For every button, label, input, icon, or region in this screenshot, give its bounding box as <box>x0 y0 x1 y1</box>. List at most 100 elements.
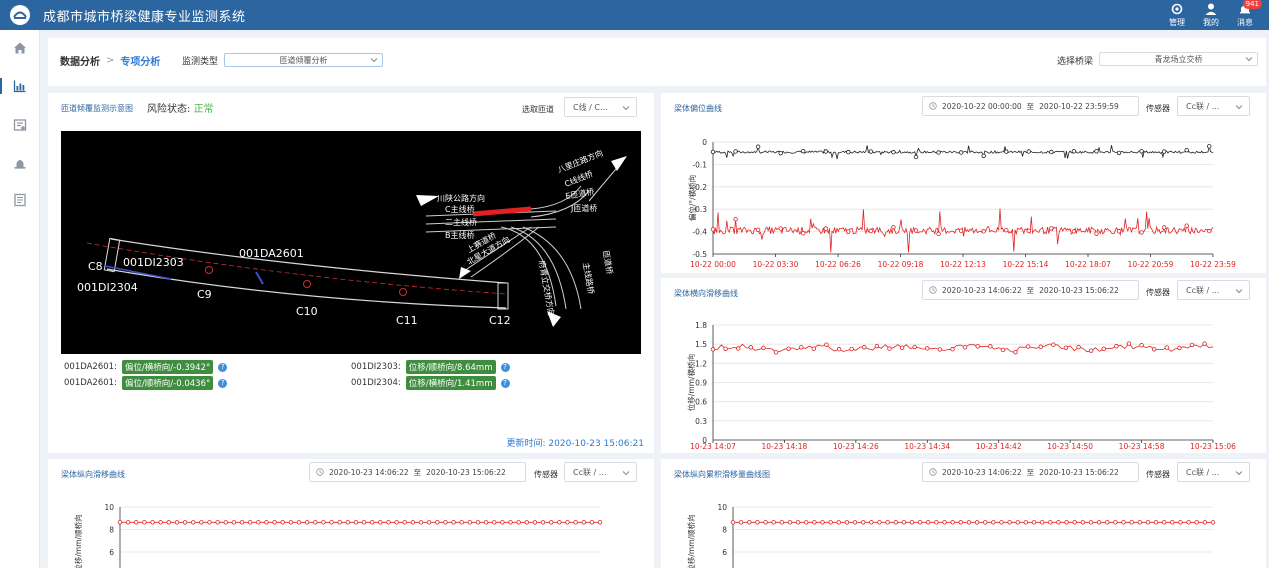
cumulative-chart-panel: 梁体纵向累积滑移量曲线图 2020-10-23 14:06:22 至 2020-… <box>661 459 1266 568</box>
x-tick-label: 10-22 00:00 <box>690 260 736 269</box>
y-tick-label: 1.5 <box>695 340 707 349</box>
data-point <box>710 227 716 232</box>
home-icon <box>14 42 26 54</box>
y-tick-label: 10 <box>717 503 727 512</box>
type-select[interactable]: 匝道倾覆分析 <box>224 53 383 67</box>
data-point <box>747 520 752 525</box>
data-point <box>1114 344 1119 349</box>
data-point <box>1202 341 1207 346</box>
data-point <box>799 345 804 350</box>
data-point <box>820 520 825 525</box>
y-tick-label: 6 <box>109 548 114 557</box>
message-count-badge: 941 <box>1242 0 1262 9</box>
data-point <box>950 347 955 352</box>
data-point <box>589 520 595 525</box>
data-point <box>755 144 761 149</box>
data-point <box>1139 343 1144 348</box>
sidebar-item-document[interactable] <box>0 187 40 213</box>
label-j-ramp: J匝道桥 <box>570 203 597 213</box>
breadcrumb-current: 专项分析 <box>120 57 161 68</box>
data-point <box>942 520 947 525</box>
data-point <box>1080 520 1086 525</box>
sidebar-item-analysis[interactable] <box>0 73 40 99</box>
data-point <box>378 520 383 525</box>
help-icon[interactable]: ? <box>500 362 510 372</box>
data-point <box>435 520 440 525</box>
data-point <box>778 150 783 156</box>
help-icon[interactable]: ? <box>218 378 228 388</box>
data-point <box>937 347 943 352</box>
chevron-down-icon <box>370 58 378 63</box>
sidebar-item-alarm[interactable] <box>0 150 40 176</box>
data-point <box>891 150 896 155</box>
data-point <box>836 347 842 352</box>
profile-button[interactable]: 我的 <box>1199 0 1223 28</box>
data-point <box>443 520 448 525</box>
sensor-c11-mark <box>399 288 407 296</box>
data-point <box>1013 349 1018 355</box>
data-point <box>936 150 941 155</box>
data-point <box>771 520 776 525</box>
ramp-select[interactable]: C线 / C... <box>564 97 637 117</box>
y-tick-label: 0.6 <box>695 398 707 407</box>
risk-label: 风险状态: <box>147 104 191 115</box>
y-tick-label: 0.9 <box>695 379 707 388</box>
data-point <box>710 347 716 352</box>
report-icon <box>13 119 27 131</box>
manage-button[interactable]: 管理 <box>1165 0 1189 28</box>
data-point <box>1194 520 1199 525</box>
data-point <box>786 346 791 351</box>
data-point <box>811 346 817 351</box>
bridge-select[interactable]: 青龙场立交桥 <box>1099 52 1258 66</box>
data-point <box>402 520 407 525</box>
reading-sensor: 001DA2601: <box>64 378 117 388</box>
top-header: 成都市城市桥梁健康专业监测系统 管理 我的 941 消息 <box>0 0 1269 30</box>
data-point <box>925 346 930 351</box>
messages-button[interactable]: 941 消息 <box>1233 0 1262 28</box>
data-point <box>1000 347 1006 353</box>
longitudinal-chart: 10 8 6 位移/mm/顺桥向 <box>73 503 603 568</box>
data-point <box>773 350 779 355</box>
breadcrumb-root[interactable]: 数据分析 <box>60 53 100 68</box>
help-icon[interactable]: ? <box>500 378 510 388</box>
reading-row: 001DI2304: 位移/横桥向/1.41mm ? <box>351 376 510 390</box>
reading-value-tag: 偏位/横桥向/-0.3942° <box>121 360 214 374</box>
risk-value: 正常 <box>193 104 214 115</box>
ramp-diagram-panel: 匝道倾覆监测示意图 风险状态: 正常 选取匝道 C线 / C... C8 001… <box>48 93 654 453</box>
data-point <box>483 520 489 525</box>
chart-icon <box>13 80 26 93</box>
data-point <box>500 520 505 525</box>
x-tick-label: 10-22 06:26 <box>815 260 861 269</box>
data-point <box>801 231 806 236</box>
data-point <box>158 520 163 525</box>
pier-c12 <box>497 282 509 310</box>
data-point <box>891 224 896 230</box>
data-point <box>573 520 578 525</box>
x-tick-label: 10-23 14:34 <box>904 442 950 451</box>
data-point <box>1072 520 1077 525</box>
data-point <box>321 520 326 525</box>
risk-status: 风险状态: 正常 <box>147 100 214 115</box>
ramp-label: 选取匝道 <box>522 105 554 114</box>
sidebar-item-report[interactable] <box>0 112 40 138</box>
sidebar-item-home[interactable] <box>0 35 40 61</box>
data-point <box>199 520 204 525</box>
profile-label: 我的 <box>1203 18 1219 27</box>
data-point <box>1004 149 1009 154</box>
data-point <box>1151 347 1157 352</box>
data-point <box>1164 345 1169 350</box>
reading-value-tag: 位移/横桥向/1.41mm <box>405 376 496 390</box>
panel-title: 匝道倾覆监测示意图 <box>61 104 133 113</box>
data-point <box>223 520 228 525</box>
data-point <box>844 520 850 525</box>
data-point <box>913 154 919 160</box>
data-point <box>516 520 521 525</box>
data-point <box>1113 520 1118 525</box>
help-icon[interactable]: ? <box>218 362 228 372</box>
x-tick-label: 10-22 18:07 <box>1065 260 1111 269</box>
sidebar <box>0 30 40 568</box>
alarm-icon <box>14 160 26 169</box>
data-point <box>475 520 481 525</box>
ramp-schematic: C8 001DI2303 001DI2304 C9 001DA2601 C10 … <box>61 131 641 354</box>
data-point <box>812 520 817 525</box>
